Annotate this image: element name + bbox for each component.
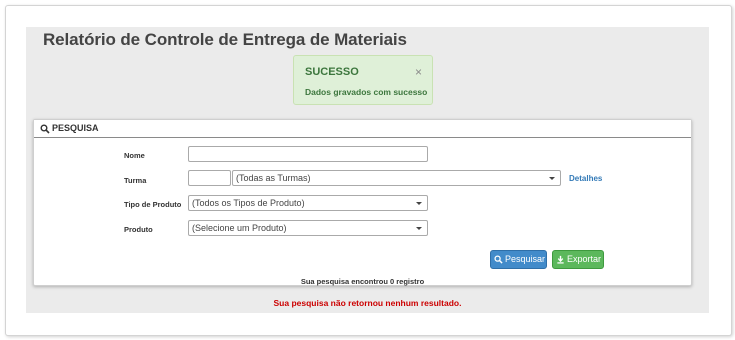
nome-label: Nome xyxy=(124,151,145,160)
tipo-produto-label: Tipo de Produto xyxy=(124,200,182,209)
detalhes-link[interactable]: Detalhes xyxy=(569,174,602,183)
success-alert: SUCESSO × Dados gravados com sucesso xyxy=(293,55,433,105)
turma-code-input[interactable] xyxy=(188,170,231,186)
search-icon xyxy=(40,124,50,134)
produto-select-value: (Selecione um Produto) xyxy=(192,223,287,233)
exportar-label: Exportar xyxy=(567,254,602,264)
close-icon[interactable]: × xyxy=(415,66,422,78)
download-icon xyxy=(557,255,564,264)
alert-title: SUCESSO xyxy=(305,66,359,78)
turma-select-value: (Todas as Turmas) xyxy=(236,173,311,183)
result-count: Sua pesquisa encontrou 0 registro xyxy=(300,277,425,286)
no-results-message: Sua pesquisa não retornou nenhum resulta… xyxy=(273,298,462,308)
alert-message: Dados gravados com sucesso xyxy=(305,87,428,97)
chevron-down-icon xyxy=(416,202,422,205)
produto-select[interactable]: (Selecione um Produto) xyxy=(188,220,428,236)
produto-label: Produto xyxy=(124,225,153,234)
page-title: Relatório de Controle de Entrega de Mate… xyxy=(43,30,407,49)
search-panel: PESQUISA Nome Turma (Todas as Turmas) De… xyxy=(33,119,692,286)
chevron-down-icon xyxy=(549,177,555,180)
chevron-down-icon xyxy=(416,227,422,230)
exportar-button[interactable]: Exportar xyxy=(552,250,604,269)
search-icon xyxy=(494,255,503,264)
turma-select[interactable]: (Todas as Turmas) xyxy=(232,170,561,186)
turma-label: Turma xyxy=(124,176,147,185)
tipo-produto-select[interactable]: (Todos os Tipos de Produto) xyxy=(188,195,428,211)
nome-input[interactable] xyxy=(188,146,428,162)
pesquisar-label: Pesquisar xyxy=(505,254,546,264)
tipo-produto-select-value: (Todos os Tipos de Produto) xyxy=(192,198,305,208)
pesquisar-button[interactable]: Pesquisar xyxy=(490,250,547,269)
panel-header: PESQUISA xyxy=(34,120,691,138)
panel-title: PESQUISA xyxy=(52,123,99,133)
